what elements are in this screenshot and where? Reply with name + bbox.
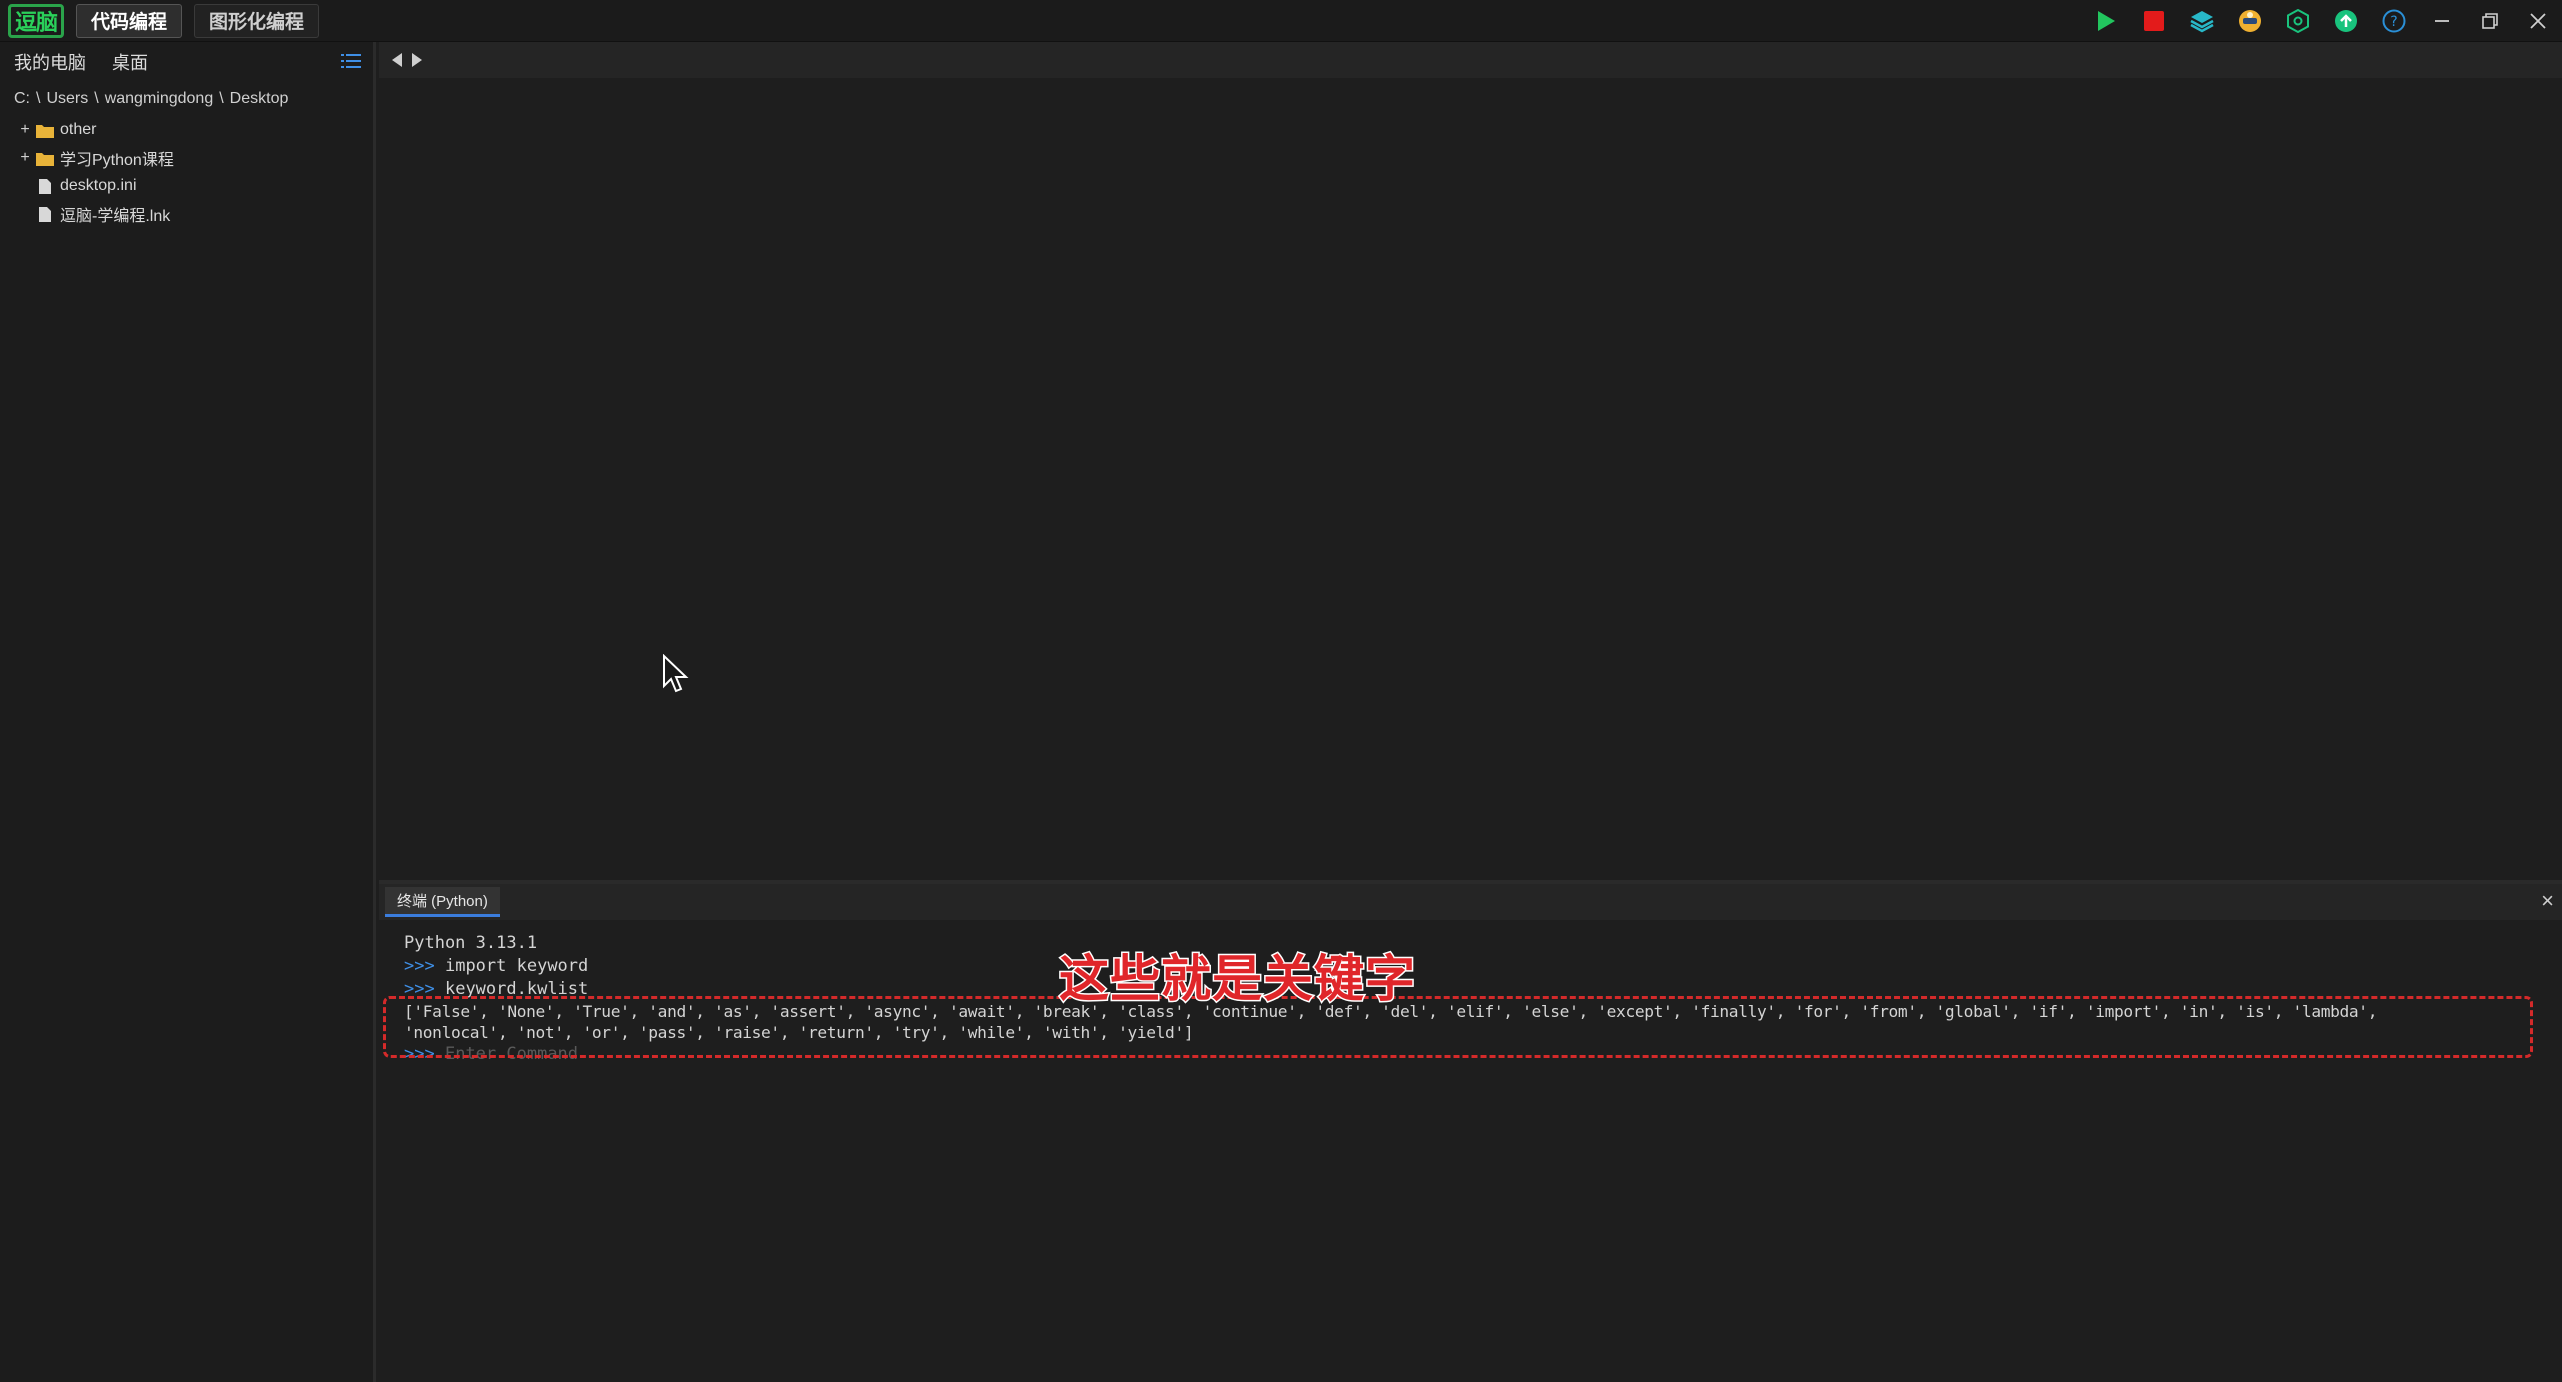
upload-button[interactable] [2322, 0, 2370, 42]
user-button[interactable] [2226, 0, 2274, 42]
title-actions: ? [2082, 0, 2562, 42]
my-computer-link[interactable]: 我的电脑 [14, 49, 86, 75]
annotation-label: 这些就是关键字 [1058, 950, 1417, 1008]
scroll-left-icon[interactable] [391, 52, 403, 68]
folder-icon [34, 121, 56, 139]
layers-button[interactable] [2178, 0, 2226, 42]
mouse-pointer-icon [663, 654, 689, 693]
help-icon: ? [2382, 9, 2406, 33]
tab-graphical-programming[interactable]: 图形化编程 [194, 3, 320, 38]
expand-toggle[interactable]: + [16, 121, 34, 139]
scroll-right-icon[interactable] [411, 52, 423, 68]
command-line: >>> keyword.kwlist [404, 978, 2562, 1001]
command-input-line[interactable]: >>> Enter Command [404, 1043, 2562, 1066]
desktop-link[interactable]: 桌面 [112, 49, 148, 75]
terminal-header: 终端 (Python) × [379, 884, 2562, 920]
breadcrumb-users[interactable]: Users [46, 90, 88, 108]
python-version-line: Python 3.13.1 [404, 933, 538, 953]
file-explorer: 我的电脑 桌面 C: \ Users \ wangmingdong \ Desk… [0, 42, 376, 1382]
breadcrumb-drive[interactable]: C: [14, 90, 30, 108]
restore-button[interactable] [2466, 0, 2514, 42]
command-line: >>> import keyword [404, 955, 2562, 978]
command-text: import keyword [444, 956, 589, 976]
tree-item-folder-other[interactable]: + other [0, 116, 373, 144]
expand-toggle[interactable]: + [16, 149, 34, 167]
minimize-button[interactable] [2418, 0, 2466, 42]
tree-item-label: other [60, 121, 97, 138]
minimize-icon [2435, 20, 2449, 22]
avatar-icon [2239, 10, 2261, 32]
breadcrumb-separator: \ [219, 90, 224, 107]
tab-code-programming[interactable]: 代码编程 [76, 3, 183, 38]
code-editor[interactable] [379, 42, 2562, 880]
list-view-icon[interactable] [341, 52, 361, 70]
kwlist-output-line-2: 'nonlocal', 'not', 'or', 'pass', 'raise'… [404, 1023, 1194, 1042]
file-icon [34, 177, 56, 195]
prompt: >>> [404, 1044, 435, 1064]
title-bar: 逗脑 代码编程 图形化编程 ? [0, 0, 2562, 42]
breadcrumb-desktop[interactable]: Desktop [230, 90, 289, 108]
kwlist-output: ['False', 'None', 'True', 'and', 'as', '… [404, 1001, 2562, 1043]
breadcrumb-separator: \ [36, 90, 41, 107]
stop-icon [2144, 11, 2164, 31]
close-icon [2530, 13, 2546, 29]
stop-button[interactable] [2130, 0, 2178, 42]
upload-icon [2335, 10, 2357, 32]
editor-tab-bar [379, 42, 2562, 78]
tree-item-file-desktop-ini[interactable]: + desktop.ini [0, 172, 373, 200]
tree-item-folder-python-course[interactable]: + 学习Python课程 [0, 144, 373, 172]
breadcrumb-separator: \ [94, 90, 99, 107]
settings-button[interactable] [2274, 0, 2322, 42]
explorer-header: 我的电脑 桌面 [0, 42, 373, 82]
layers-icon [2190, 11, 2214, 33]
run-icon [2098, 11, 2115, 31]
breadcrumb: C: \ Users \ wangmingdong \ Desktop [0, 82, 373, 116]
breadcrumb-user[interactable]: wangmingdong [105, 90, 214, 108]
terminal-panel: 终端 (Python) × Python 3.13.1 >>> import k… [379, 880, 2562, 1382]
svg-text:?: ? [2390, 14, 2397, 30]
tree-item-label: desktop.ini [60, 177, 137, 194]
terminal-close-button[interactable]: × [2541, 890, 2554, 912]
tree-item-label: 学习Python课程 [60, 152, 174, 169]
file-icon [34, 205, 56, 223]
command-text: keyword.kwlist [444, 979, 589, 999]
app-logo: 逗脑 [8, 3, 64, 38]
tree-item-label: 逗脑-学编程.lnk [60, 208, 171, 225]
restore-icon [2482, 13, 2498, 29]
close-button[interactable] [2514, 0, 2562, 42]
terminal-output[interactable]: Python 3.13.1 >>> import keyword >>> key… [379, 920, 2562, 1066]
settings-hex-icon [2287, 9, 2309, 33]
prompt: >>> [404, 979, 435, 999]
kwlist-output-line-1: ['False', 'None', 'True', 'and', 'as', '… [404, 1002, 2378, 1021]
tab-terminal-python[interactable]: 终端 (Python) [385, 887, 500, 917]
command-input-placeholder[interactable]: Enter Command [445, 1044, 578, 1064]
help-button[interactable]: ? [2370, 0, 2418, 42]
prompt: >>> [404, 956, 435, 976]
run-button[interactable] [2082, 0, 2130, 42]
tree-item-file-shortcut[interactable]: + 逗脑-学编程.lnk [0, 200, 373, 228]
folder-icon [34, 149, 56, 167]
